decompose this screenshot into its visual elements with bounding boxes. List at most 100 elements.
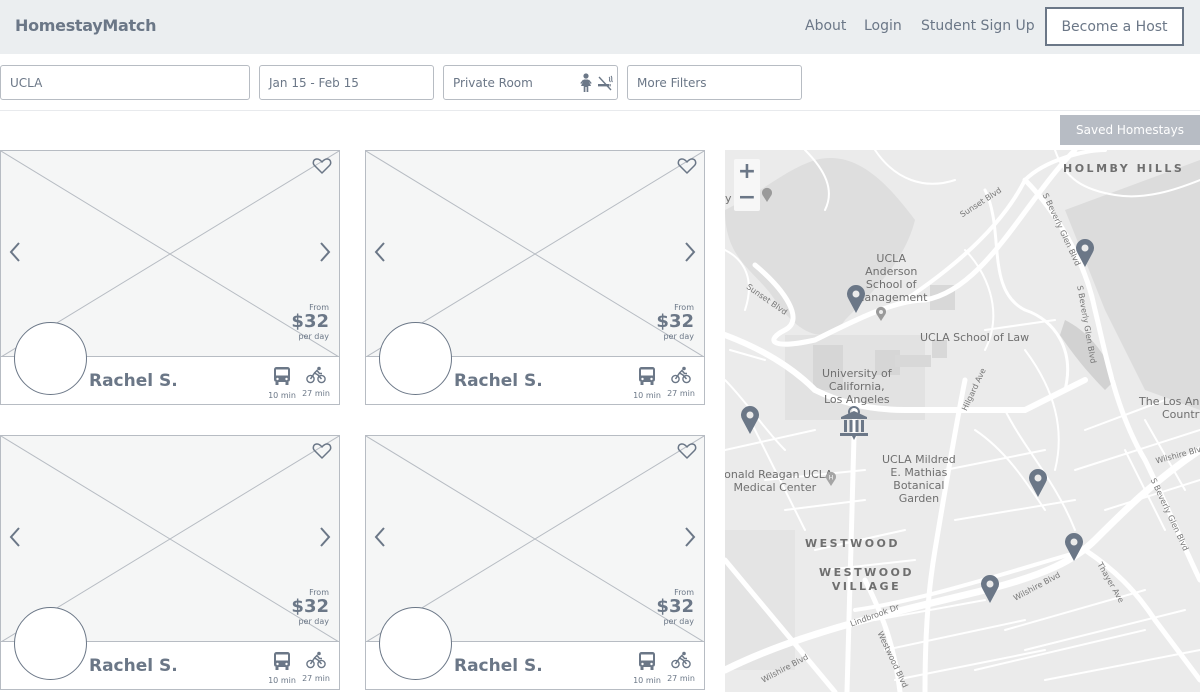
chevron-right-icon[interactable] (319, 526, 331, 548)
bus-commute: 10 min (632, 366, 662, 400)
female-icon (580, 73, 592, 92)
favorite-heart-icon[interactable] (312, 442, 332, 460)
map-pin-icon[interactable] (1075, 238, 1095, 268)
bus-commute: 10 min (267, 366, 297, 400)
more-filters-button[interactable]: More Filters (627, 65, 802, 100)
listing-card[interactable]: From $32 per day Rachel S. 10 min 27 min (0, 435, 340, 690)
map-pin-icon[interactable] (846, 284, 866, 314)
map-zoom-in-button[interactable]: + (734, 159, 760, 185)
host-avatar[interactable] (379, 322, 452, 395)
favorite-heart-icon[interactable] (677, 442, 697, 460)
map-label-country-club: The Los Angeles Country (1139, 395, 1200, 421)
chevron-left-icon[interactable] (9, 526, 21, 548)
map-label-law: UCLA School of Law (920, 331, 1030, 344)
bike-time: 27 min (667, 389, 695, 398)
bus-icon (274, 367, 290, 385)
nav-link-login[interactable]: Login (864, 18, 902, 34)
favorite-heart-icon[interactable] (312, 157, 332, 175)
price-unit: per day (663, 332, 694, 341)
map-label-westwood: WESTWOOD (805, 537, 901, 550)
bike-commute: 27 min (301, 651, 331, 683)
listing-card[interactable]: From $32 per day Rachel S. 10 min 27 min (365, 435, 705, 690)
bike-time: 27 min (302, 674, 330, 683)
map-label-partial: y (725, 192, 732, 205)
price-block: From $32 per day (291, 303, 329, 341)
listing-card[interactable]: From $32 per day Rachel S. 10 min 27 min (365, 150, 705, 405)
nav-link-student-signup[interactable]: Student Sign Up (921, 18, 1035, 34)
poi-icon[interactable] (761, 187, 773, 203)
host-name[interactable]: Rachel S. (454, 656, 543, 676)
host-avatar[interactable] (379, 607, 452, 680)
price-value: $32 (656, 596, 694, 617)
chevron-right-icon[interactable] (684, 526, 696, 548)
become-host-button[interactable]: Become a Host (1045, 7, 1184, 46)
university-icon[interactable] (839, 406, 869, 442)
host-name[interactable]: Rachel S. (454, 371, 543, 391)
top-nav-bar: HomestayMatch About Login Student Sign U… (0, 0, 1200, 54)
nav-link-about[interactable]: About (805, 18, 846, 34)
app-logo[interactable]: HomestayMatch (15, 16, 156, 35)
location-value: UCLA (10, 75, 43, 90)
search-filter-bar: UCLA Jan 15 - Feb 15 Private Room More F… (0, 54, 1200, 111)
bus-time: 10 min (268, 391, 296, 400)
host-avatar[interactable] (14, 322, 87, 395)
price-unit: per day (663, 617, 694, 626)
map-label-holmby-hills: HOLMBY HILLS (1063, 162, 1185, 175)
map-view[interactable]: + − y HOLMBY HILLS UCLA Anderson School … (725, 150, 1200, 692)
price-block: From $32 per day (656, 588, 694, 626)
date-range-input[interactable]: Jan 15 - Feb 15 (259, 65, 434, 100)
bus-time: 10 min (633, 391, 661, 400)
bicycle-icon (306, 651, 326, 669)
host-name[interactable]: Rachel S. (89, 656, 178, 676)
map-pin-icon[interactable] (980, 574, 1000, 604)
room-type-value: Private Room (453, 75, 533, 90)
map-pin-icon[interactable] (1064, 532, 1084, 562)
bicycle-icon (306, 366, 326, 384)
chevron-right-icon[interactable] (684, 241, 696, 263)
price-value: $32 (291, 596, 329, 617)
bike-time: 27 min (302, 389, 330, 398)
location-input[interactable]: UCLA (0, 65, 250, 100)
favorite-heart-icon[interactable] (677, 157, 697, 175)
bicycle-icon (671, 651, 691, 669)
bus-time: 10 min (268, 676, 296, 685)
svg-text:H: H (829, 475, 834, 482)
bus-time: 10 min (633, 676, 661, 685)
map-zoom-out-button[interactable]: − (734, 185, 760, 211)
bike-commute: 27 min (666, 651, 696, 683)
bus-icon (639, 652, 655, 670)
no-smoking-icon (598, 75, 613, 91)
price-block: From $32 per day (291, 588, 329, 626)
bus-commute: 10 min (632, 651, 662, 685)
room-type-select[interactable]: Private Room (443, 65, 618, 100)
map-label-medical-center: Ronald Reagan UCLA Medical Center (725, 468, 833, 494)
map-pin-icon[interactable] (1028, 468, 1048, 498)
price-unit: per day (298, 617, 329, 626)
host-name[interactable]: Rachel S. (89, 371, 178, 391)
bike-commute: 27 min (301, 366, 331, 398)
bus-icon (639, 367, 655, 385)
price-value: $32 (291, 311, 329, 332)
chevron-right-icon[interactable] (319, 241, 331, 263)
host-avatar[interactable] (14, 607, 87, 680)
map-label-ucla: University of California, Los Angeles (822, 367, 892, 406)
chevron-left-icon[interactable] (9, 241, 21, 263)
hospital-icon[interactable]: H (825, 471, 837, 487)
more-filters-label: More Filters (637, 75, 707, 90)
map-pin-icon[interactable] (740, 405, 760, 435)
chevron-left-icon[interactable] (374, 526, 386, 548)
map-label-botanical-garden: UCLA Mildred E. Mathias Botanical Garden (882, 453, 956, 505)
price-block: From $32 per day (656, 303, 694, 341)
price-value: $32 (656, 311, 694, 332)
date-range-value: Jan 15 - Feb 15 (269, 75, 359, 90)
listing-card[interactable]: From $32 per day Rachel S. 10 min 27 min (0, 150, 340, 405)
map-roads (725, 150, 1200, 692)
bike-time: 27 min (667, 674, 695, 683)
chevron-left-icon[interactable] (374, 241, 386, 263)
bike-commute: 27 min (666, 366, 696, 398)
poi-icon[interactable] (875, 306, 887, 322)
bus-icon (274, 652, 290, 670)
saved-homestays-button[interactable]: Saved Homestays (1060, 115, 1200, 145)
bicycle-icon (671, 366, 691, 384)
bus-commute: 10 min (267, 651, 297, 685)
